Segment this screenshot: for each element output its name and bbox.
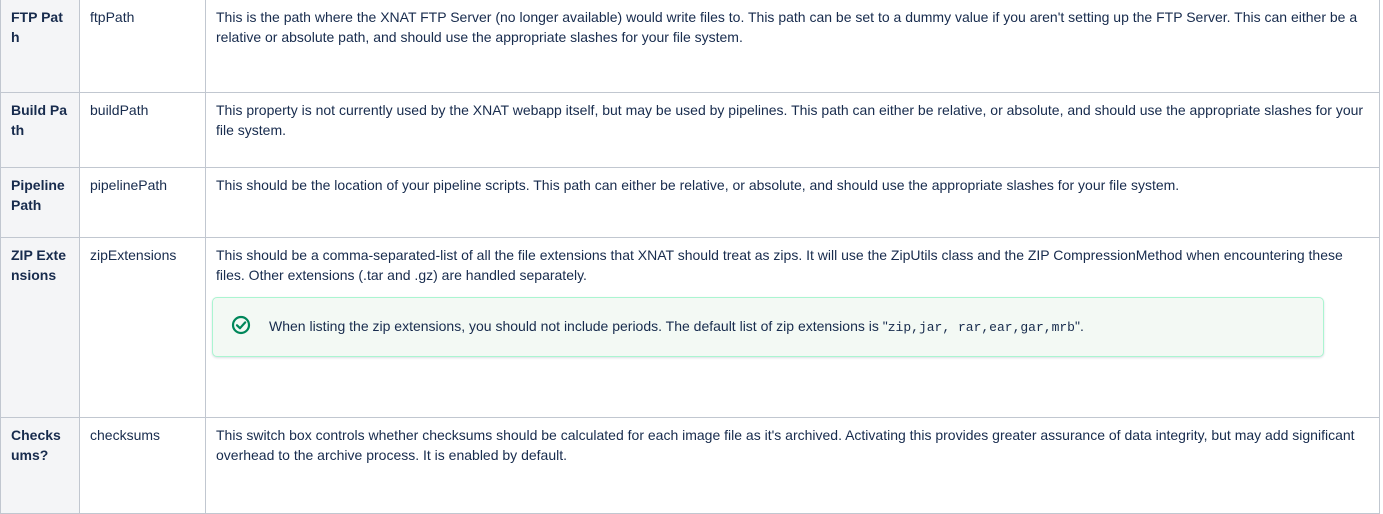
tip-panel: When listing the zip extensions, you sho… (212, 297, 1324, 357)
table-row: Checksums? checksums This switch box con… (0, 417, 1380, 514)
property-description: This property is not currently used by t… (205, 92, 1380, 168)
tip-close: ". (1074, 318, 1084, 334)
properties-table: FTP Path ftpPath This is the path where … (0, 0, 1380, 514)
property-description: This switch box controls whether checksu… (205, 417, 1380, 514)
property-name: Build Path (0, 92, 80, 168)
property-key: pipelinePath (79, 167, 206, 238)
property-name: ZIP Extensions (0, 237, 80, 418)
property-description-text: This should be a comma-separated-list of… (216, 247, 1343, 283)
tip-code: zip,jar, rar,ear,gar,mrb (887, 320, 1075, 335)
property-key: ftpPath (79, 0, 206, 93)
property-description: This should be a comma-separated-list of… (205, 237, 1380, 418)
table-row: Build Path buildPath This property is no… (0, 92, 1380, 168)
property-key: zipExtensions (79, 237, 206, 418)
property-key: checksums (79, 417, 206, 514)
table-row: Pipeline Path pipelinePath This should b… (0, 167, 1380, 238)
property-name: Checksums? (0, 417, 80, 514)
tip-text-before: When listing the zip extensions, you sho… (269, 318, 883, 334)
property-description: This should be the location of your pipe… (205, 167, 1380, 238)
table-row: ZIP Extensions zipExtensions This should… (0, 237, 1380, 418)
property-description: This is the path where the XNAT FTP Serv… (205, 0, 1380, 93)
property-key: buildPath (79, 92, 206, 168)
property-name: Pipeline Path (0, 167, 80, 238)
table-row: FTP Path ftpPath This is the path where … (0, 0, 1380, 93)
tip-text: When listing the zip extensions, you sho… (269, 314, 1303, 340)
check-circle-icon (231, 315, 251, 335)
property-name: FTP Path (0, 0, 80, 93)
